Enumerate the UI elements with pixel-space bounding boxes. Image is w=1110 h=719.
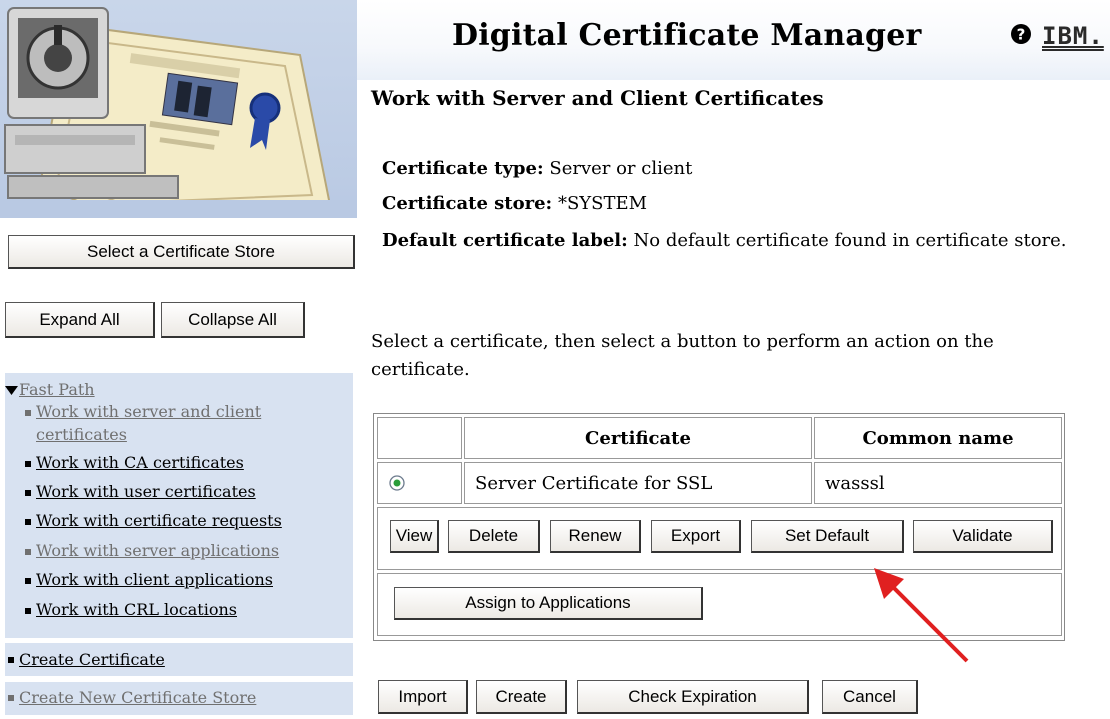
nav-item-ca-certificates[interactable]: Work with CA certificates — [36, 452, 244, 474]
page-title: Digital Certificate Manager — [452, 18, 922, 53]
set-default-button[interactable]: Set Default — [751, 520, 904, 553]
import-button[interactable]: Import — [378, 680, 468, 714]
create-new-store-link[interactable]: Create New Certificate Store — [19, 687, 256, 709]
bullet-icon — [25, 608, 31, 614]
svg-text:?: ? — [1017, 26, 1026, 44]
nav-item-user-certificates[interactable]: Work with user certificates — [36, 481, 256, 503]
nav-item-server-applications[interactable]: Work with server applications — [36, 540, 279, 562]
bullet-icon — [25, 410, 31, 416]
fast-path-section: Fast Path Work with server and client ce… — [5, 373, 353, 638]
certificate-type-label: Certificate type: — [382, 158, 544, 179]
nav-item-certificate-requests[interactable]: Work with certificate requests — [36, 510, 282, 532]
bullet-icon — [25, 519, 31, 525]
expand-all-button[interactable]: Expand All — [5, 302, 155, 338]
fast-path-link[interactable]: Fast Path — [19, 379, 95, 401]
instruction-text: Select a certificate, then select a butt… — [371, 331, 994, 380]
table-header-select — [377, 417, 462, 459]
select-certificate-store-button[interactable]: Select a Certificate Store — [8, 235, 355, 269]
collapse-all-button[interactable]: Collapse All — [161, 302, 305, 338]
bullet-icon — [25, 549, 31, 555]
bullet-icon — [8, 695, 14, 701]
check-expiration-button[interactable]: Check Expiration — [577, 680, 809, 714]
bullet-icon — [25, 461, 31, 467]
create-store-section: Create New Certificate Store — [5, 682, 353, 715]
default-certificate-label: Default certificate label: — [382, 230, 628, 251]
nav-item-server-client-certs-cont[interactable]: certificates — [36, 424, 127, 446]
delete-button[interactable]: Delete — [448, 520, 540, 553]
page-subtitle: Work with Server and Client Certificates — [371, 86, 824, 110]
certificate-store-row: Certificate store: *SYSTEM — [382, 193, 647, 214]
certificate-type-value: Server or client — [549, 158, 693, 179]
validate-button[interactable]: Validate — [913, 520, 1053, 553]
create-button[interactable]: Create — [476, 680, 567, 714]
create-certificate-section: Create Certificate — [5, 643, 353, 676]
certificate-store-value: *SYSTEM — [557, 193, 648, 214]
bullet-icon — [8, 657, 14, 663]
nav-item-server-client-certs[interactable]: Work with server and client — [36, 401, 261, 423]
action-buttons-row: View Delete Renew Export Set Default Val… — [377, 507, 1062, 570]
default-certificate-value: No default certificate found in certific… — [633, 230, 1067, 251]
ibm-logo: IBM. — [1042, 22, 1104, 50]
create-certificate-link[interactable]: Create Certificate — [19, 649, 165, 671]
left-navigation: Select a Certificate Store Expand All Co… — [0, 0, 357, 719]
certificate-store-label: Certificate store: — [382, 193, 553, 214]
view-button[interactable]: View — [390, 520, 439, 553]
bullet-icon — [25, 490, 31, 496]
column-header-certificate: Certificate — [464, 417, 812, 459]
bullet-icon — [25, 578, 31, 584]
default-certificate-row: Default certificate label: No default ce… — [382, 230, 1067, 251]
nav-item-crl-locations[interactable]: Work with CRL locations — [36, 599, 237, 621]
expand-triangle-icon[interactable] — [5, 386, 19, 396]
table-row-select-cell — [377, 462, 462, 504]
certificate-cell: Server Certificate for SSL — [464, 462, 812, 504]
common-name-cell: wasssl — [814, 462, 1062, 504]
dcm-logo-image — [0, 0, 357, 218]
computer-certificate-illustration — [0, 7, 357, 218]
column-header-common-name: Common name — [814, 417, 1062, 459]
cancel-button[interactable]: Cancel — [822, 680, 918, 714]
help-icon[interactable]: ? — [1010, 23, 1032, 45]
radio-button[interactable] — [389, 475, 405, 491]
renew-button[interactable]: Renew — [550, 520, 641, 553]
nav-item-client-applications[interactable]: Work with client applications — [36, 569, 273, 591]
certificate-type-row: Certificate type: Server or client — [382, 158, 692, 179]
export-button[interactable]: Export — [651, 520, 741, 553]
assign-to-applications-button[interactable]: Assign to Applications — [394, 587, 703, 620]
annotation-arrow-icon — [874, 568, 969, 663]
